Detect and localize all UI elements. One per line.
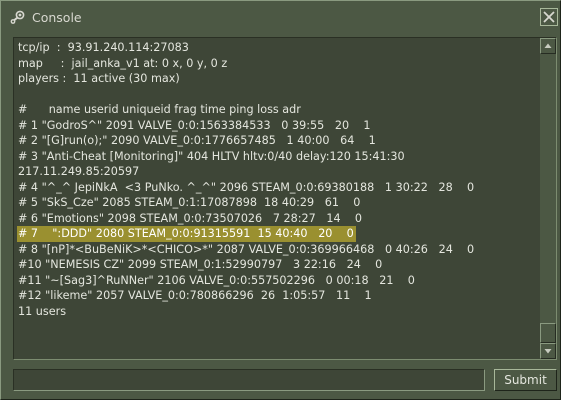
- vertical-scrollbar[interactable]: [540, 38, 556, 359]
- window-title: Console: [32, 10, 82, 25]
- console-line-row: # 8 "[nP]*<BuBeNiK>*<CHICO>*" 2087 VALVE…: [17, 242, 537, 258]
- console-line-row: # 6 "Emotions" 2098 STEAM_0:0:73507026 7…: [17, 211, 537, 227]
- console-line[interactable]: # 4 "^_^ JepiNkA <3 PuNko. ^_^" 2096 STE…: [17, 181, 474, 194]
- console-line[interactable]: # 1 "GodroS^" 2091 VALVE_0:0:1563384533 …: [17, 119, 370, 132]
- console-line[interactable]: map : jail_anka_v1 at: 0 x, 0 y, 0 z: [17, 57, 227, 70]
- scroll-down-button[interactable]: [540, 343, 556, 359]
- scroll-track[interactable]: [540, 54, 556, 343]
- console-line[interactable]: # 8 "[nP]*<BuBeNiK>*<CHICO>*" 2087 VALVE…: [17, 243, 474, 256]
- console-line-row: #12 "likeme" 2057 VALVE_0:0:780866296 26…: [17, 288, 537, 304]
- console-line[interactable]: # 5 "SkS_Cze" 2085 STEAM_0:1:17087898 18…: [17, 196, 360, 209]
- console-line[interactable]: # name userid uniqueid frag time ping lo…: [17, 103, 301, 116]
- console-line-row: # 7 ":DDD" 2080 STEAM_0:0:91315591 15 40…: [17, 226, 537, 242]
- close-button[interactable]: [540, 8, 558, 26]
- console-output[interactable]: tcp/ip : 93.91.240.114:27083 map : jail_a…: [13, 37, 557, 360]
- close-icon: [543, 11, 555, 23]
- console-line[interactable]: #10 "NEMESIS CZ" 2099 STEAM_0:1:52990797…: [17, 258, 382, 271]
- console-line-row: #10 "NEMESIS CZ" 2099 STEAM_0:1:52990797…: [17, 257, 537, 273]
- console-line[interactable]: players : 11 active (30 max): [17, 72, 180, 85]
- arrow-down-icon: [544, 349, 552, 354]
- console-line-row: [17, 87, 537, 103]
- console-line[interactable]: 217.11.249.85:20597: [17, 165, 139, 178]
- console-line-row: # name userid uniqueid frag time ping lo…: [17, 102, 537, 118]
- console-line-row: # 4 "^_^ JepiNkA <3 PuNko. ^_^" 2096 STE…: [17, 180, 537, 196]
- console-line-row: players : 11 active (30 max): [17, 71, 537, 87]
- arrow-up-icon: [544, 43, 552, 48]
- console-line-row: # 5 "SkS_Cze" 2085 STEAM_0:1:17087898 18…: [17, 195, 537, 211]
- console-line[interactable]: #11 "~[Sag3]^RuNNer" 2106 VALVE_0:0:5575…: [17, 274, 415, 287]
- console-line[interactable]: # 2 "[G]run(o);" 2090 VALVE_0:0:17766574…: [17, 134, 376, 147]
- steam-icon: [9, 10, 25, 26]
- console-window: Console tcp/ip : 93.91.240.114:27083 map …: [0, 0, 561, 400]
- console-line-row: # 3 "Anti-Cheat [Monitoring]" 404 HLTV h…: [17, 149, 537, 165]
- console-line[interactable]: tcp/ip : 93.91.240.114:27083: [17, 41, 189, 54]
- console-line[interactable]: #12 "likeme" 2057 VALVE_0:0:780866296 26…: [17, 289, 372, 302]
- console-line-selected[interactable]: # 7 ":DDD" 2080 STEAM_0:0:91315591 15 40…: [17, 226, 356, 242]
- console-line-row: # 2 "[G]run(o);" 2090 VALVE_0:0:17766574…: [17, 133, 537, 149]
- command-input[interactable]: [13, 369, 485, 391]
- title-bar[interactable]: Console: [1, 1, 560, 35]
- console-text: tcp/ip : 93.91.240.114:27083 map : jail_a…: [17, 40, 537, 319]
- console-line[interactable]: # 6 "Emotions" 2098 STEAM_0:0:73507026 7…: [17, 212, 362, 225]
- console-line-row: 11 users: [17, 304, 537, 320]
- scroll-thumb[interactable]: [540, 323, 556, 343]
- console-line-row: map : jail_anka_v1 at: 0 x, 0 y, 0 z: [17, 56, 537, 72]
- console-line[interactable]: # 3 "Anti-Cheat [Monitoring]" 404 HLTV h…: [17, 150, 405, 163]
- console-line-row: 217.11.249.85:20597: [17, 164, 537, 180]
- console-line-row: # 1 "GodroS^" 2091 VALVE_0:0:1563384533 …: [17, 118, 537, 134]
- scroll-up-button[interactable]: [540, 38, 556, 54]
- console-line[interactable]: 11 users: [17, 305, 66, 318]
- console-line-row: tcp/ip : 93.91.240.114:27083: [17, 40, 537, 56]
- console-line[interactable]: [17, 88, 18, 101]
- submit-button[interactable]: Submit: [494, 369, 557, 391]
- console-line-row: #11 "~[Sag3]^RuNNer" 2106 VALVE_0:0:5575…: [17, 273, 537, 289]
